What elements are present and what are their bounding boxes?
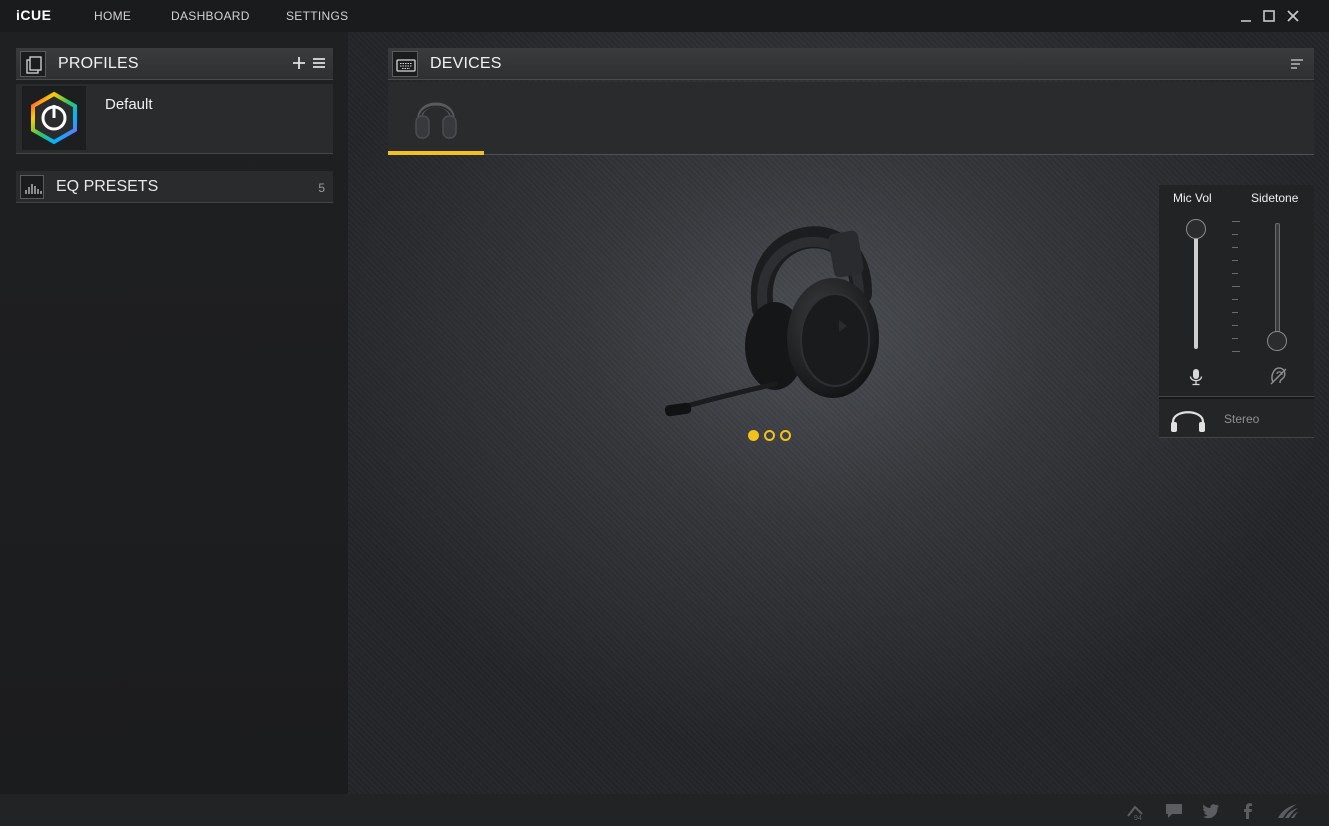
chat-icon[interactable] [1165, 803, 1183, 819]
sidetone-label: Sidetone [1251, 191, 1299, 205]
carousel-dot-3[interactable] [780, 430, 791, 441]
audio-mixer-panel: Mic Vol Sidetone [1159, 185, 1314, 397]
mic-vol-track[interactable] [1194, 227, 1198, 349]
app-title: iCUE [16, 7, 52, 23]
scale-tick [1232, 260, 1238, 261]
headset-image [663, 204, 883, 424]
devices-title: DEVICES [430, 55, 502, 72]
nav-dashboard[interactable]: DASHBOARD [171, 9, 250, 23]
active-tab-indicator [388, 151, 484, 155]
profiles-icon [20, 51, 46, 77]
scale-tick [1232, 312, 1238, 313]
scale-tick [1232, 286, 1240, 287]
device-tab-headset[interactable] [388, 82, 484, 154]
add-profile-icon[interactable] [291, 55, 307, 71]
keyboard-icon [392, 51, 418, 77]
footer-bar: 94 [0, 794, 1329, 826]
profiles-title: PROFILES [58, 55, 139, 72]
eq-presets-header[interactable]: EQ PRESETS 5 [16, 171, 333, 203]
eq-presets-count: 5 [318, 181, 325, 195]
profiles-header: PROFILES [16, 48, 333, 80]
mic-vol-label: Mic Vol [1173, 191, 1212, 205]
title-bar: iCUE HOME DASHBOARD SETTINGS [0, 0, 1329, 32]
device-view: DEVICES Mic Vol Sidetone Stereo [348, 32, 1329, 794]
notifications-icon[interactable]: 94 [1126, 803, 1146, 822]
carousel-dot-2[interactable] [764, 430, 775, 441]
equalizer-icon [20, 175, 44, 199]
mic-vol-slider-handle[interactable] [1186, 219, 1206, 239]
audio-output-mode[interactable]: Stereo [1159, 397, 1314, 438]
headset-icon [415, 102, 457, 139]
corsair-logo-icon[interactable] [1277, 803, 1299, 819]
eq-presets-title: EQ PRESETS [56, 178, 159, 195]
profile-item-default[interactable]: Default [16, 84, 333, 154]
minimize-icon[interactable] [1237, 7, 1255, 25]
device-tabs [388, 82, 1314, 155]
icue-logo-icon [22, 86, 86, 150]
carousel-dot-1[interactable] [748, 430, 759, 441]
close-icon[interactable] [1284, 7, 1302, 25]
profiles-menu-icon[interactable] [311, 55, 327, 71]
scale-tick [1232, 221, 1240, 222]
scale-tick [1232, 351, 1240, 352]
scale-tick [1232, 299, 1238, 300]
scale-tick [1232, 234, 1238, 235]
nav-settings[interactable]: SETTINGS [286, 9, 348, 23]
sidetone-slider-handle[interactable] [1267, 331, 1287, 351]
nav-home[interactable]: HOME [94, 9, 131, 23]
twitter-icon[interactable] [1202, 803, 1220, 819]
devices-header: DEVICES [388, 48, 1314, 80]
notification-badge: 94 [1134, 815, 1142, 821]
microphone-icon[interactable] [1188, 368, 1204, 386]
scale-tick [1232, 325, 1238, 326]
headphones-icon [1170, 407, 1206, 433]
maximize-icon[interactable] [1260, 7, 1278, 25]
scale-tick [1232, 273, 1238, 274]
profile-name: Default [105, 96, 153, 113]
scale-tick [1232, 247, 1238, 248]
facebook-icon[interactable] [1241, 803, 1255, 819]
sidetone-track[interactable] [1275, 223, 1280, 345]
sidetone-muted-icon[interactable] [1269, 366, 1287, 386]
output-mode-label: Stereo [1224, 412, 1260, 426]
devices-sort-icon[interactable] [1290, 57, 1304, 71]
scale-tick [1232, 338, 1238, 339]
